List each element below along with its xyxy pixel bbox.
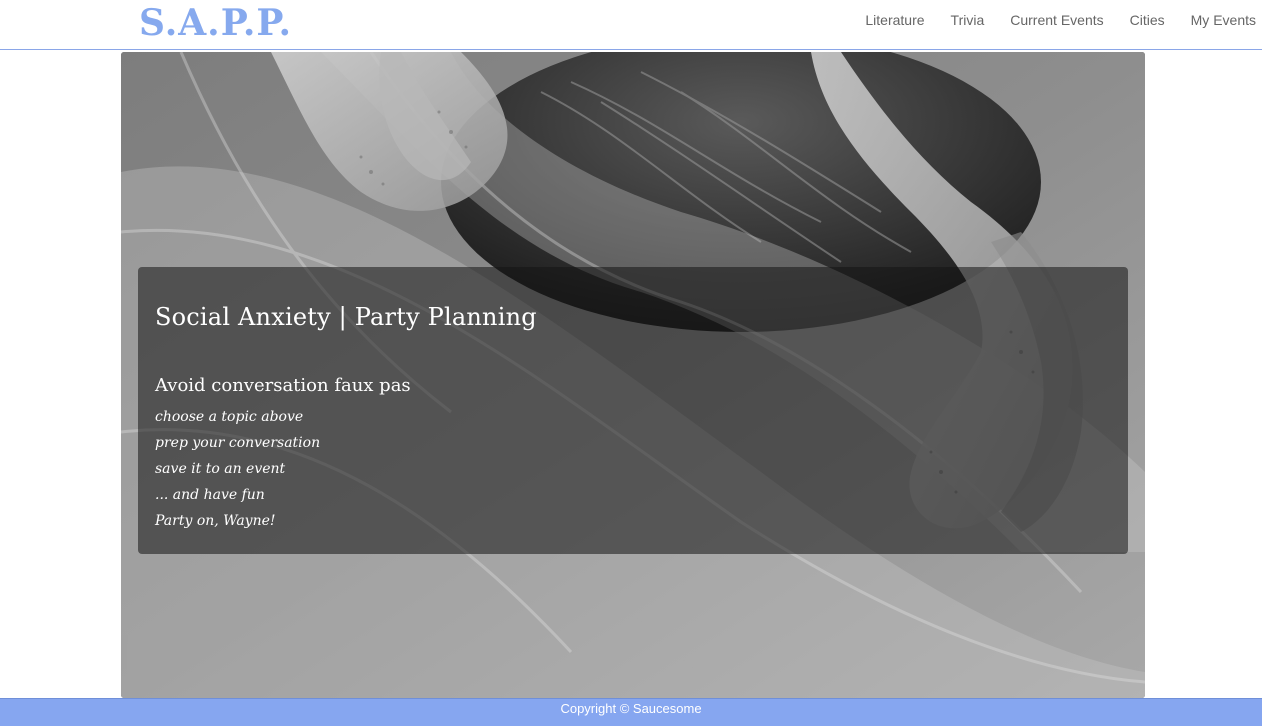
brand-logo[interactable]: S.A.P.P. [139,2,292,44]
hero-step: save it to an event [155,461,286,477]
nav-links: Literature Trivia Current Events Cities … [839,12,1256,28]
footer-copyright: Copyright © Saucesome [560,701,702,716]
nav-link-trivia[interactable]: Trivia [951,12,985,28]
hero-steps-list: choose a topic above prep your conversat… [155,404,320,534]
nav-link-my-events[interactable]: My Events [1191,12,1256,28]
hero-overlay-box: Social Anxiety | Party Planning Avoid co… [138,267,1128,554]
nav-link-current-events[interactable]: Current Events [1010,12,1103,28]
nav-link-literature[interactable]: Literature [865,12,924,28]
hero-title: Social Anxiety | Party Planning [155,303,537,331]
hero-subtitle: Avoid conversation faux pas [155,375,411,396]
footer: Copyright © Saucesome [0,698,1262,726]
hero-step: ... and have fun [155,487,265,503]
navbar: S.A.P.P. Literature Trivia Current Event… [0,0,1262,50]
hero-step: choose a topic above [155,409,304,425]
hero-step: prep your conversation [155,435,321,451]
hero-step: Party on, Wayne! [155,513,276,529]
nav-link-cities[interactable]: Cities [1130,12,1165,28]
hero-banner: Social Anxiety | Party Planning Avoid co… [121,52,1145,698]
